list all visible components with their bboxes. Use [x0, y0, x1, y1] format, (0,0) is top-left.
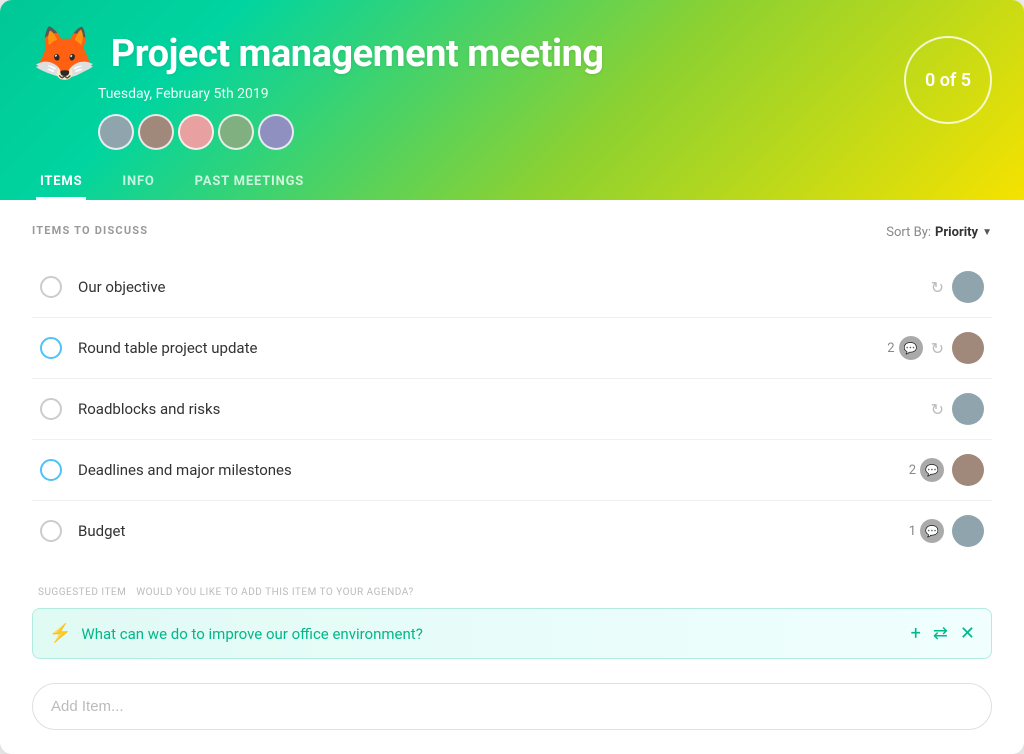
checkbox-3[interactable]: [40, 398, 62, 420]
item-avatar-4: [952, 454, 984, 486]
sort-by-value: Priority: [935, 225, 978, 240]
agenda-item-3[interactable]: Roadblocks and risks ↻: [32, 379, 992, 440]
item-avatar-5: [952, 515, 984, 547]
tab-items[interactable]: Items: [36, 166, 86, 200]
checkbox-2[interactable]: [40, 337, 62, 359]
shuffle-suggested-button[interactable]: ⇄: [933, 623, 948, 644]
sort-by-control[interactable]: Sort By: Priority ▼: [886, 225, 992, 240]
sort-row: Items to discuss Sort By: Priority ▼: [32, 224, 992, 241]
agenda-item-1[interactable]: Our objective ↻: [32, 257, 992, 318]
header-top: 🦊 Project management meeting Tuesday, Fe…: [32, 28, 992, 150]
refresh-icon-3[interactable]: ↻: [931, 400, 944, 419]
add-suggested-button[interactable]: +: [911, 623, 921, 644]
checkbox-5[interactable]: [40, 520, 62, 542]
item-text-2: Round table project update: [78, 339, 887, 357]
comment-icon-5[interactable]: 💬: [920, 519, 944, 543]
header-left: 🦊 Project management meeting Tuesday, Fe…: [32, 28, 604, 150]
checkbox-1[interactable]: [40, 276, 62, 298]
agenda-item-2[interactable]: Round table project update 2 💬 ↻: [32, 318, 992, 379]
items-section-label: Items to discuss: [32, 224, 148, 237]
avatar-4: [218, 114, 254, 150]
item-text-5: Budget: [78, 522, 909, 540]
comment-count-4: 2: [909, 463, 916, 478]
item-avatar-2: [952, 332, 984, 364]
avatar-2: [138, 114, 174, 150]
header: 🦊 Project management meeting Tuesday, Fe…: [0, 0, 1024, 200]
sort-by-label: Sort By:: [886, 225, 931, 240]
agenda-item-5[interactable]: Budget 1 💬: [32, 501, 992, 561]
add-item-input[interactable]: [32, 683, 992, 730]
suggested-label: Suggested Item Would you like to add thi…: [32, 585, 992, 598]
avatar-3: [178, 114, 214, 150]
item-text-4: Deadlines and major milestones: [78, 461, 909, 479]
item-text-3: Roadblocks and risks: [78, 400, 931, 418]
checkbox-4[interactable]: [40, 459, 62, 481]
comment-count-2: 2: [887, 341, 894, 356]
add-item-container: [32, 683, 992, 730]
progress-circle: 0 of 5: [904, 36, 992, 124]
item-actions-5: 1 💬: [909, 515, 984, 547]
fox-emoji: 🦊: [32, 28, 97, 80]
tab-info[interactable]: Info: [118, 166, 158, 200]
dismiss-suggested-button[interactable]: ✕: [960, 623, 975, 644]
avatars-row: [98, 114, 604, 150]
agenda-list: Our objective ↻ Round table project upda…: [32, 257, 992, 561]
item-actions-4: 2 💬: [909, 454, 984, 486]
tabs: Items Info Past Meetings: [32, 166, 992, 200]
meeting-date: Tuesday, February 5th 2019: [98, 86, 604, 102]
app-container: 🦊 Project management meeting Tuesday, Fe…: [0, 0, 1024, 754]
suggested-actions: + ⇄ ✕: [911, 623, 975, 644]
item-text-1: Our objective: [78, 278, 931, 296]
sort-chevron-icon: ▼: [982, 227, 992, 238]
suggested-text: What can we do to improve our office env…: [81, 625, 910, 643]
suggested-item: ⚡ What can we do to improve our office e…: [32, 608, 992, 659]
lightning-icon: ⚡: [49, 623, 71, 644]
comment-icon-2[interactable]: 💬: [899, 336, 923, 360]
meeting-title: Project management meeting: [111, 32, 604, 76]
tab-past-meetings[interactable]: Past Meetings: [191, 166, 308, 200]
header-title-row: 🦊 Project management meeting: [32, 28, 604, 80]
suggested-sublabel: Would you like to add this item to your …: [136, 587, 413, 598]
agenda-item-4[interactable]: Deadlines and major milestones 2 💬: [32, 440, 992, 501]
item-actions-3: ↻: [931, 393, 984, 425]
item-avatar-3: [952, 393, 984, 425]
comment-badge-5: 1 💬: [909, 519, 944, 543]
comment-badge-2: 2 💬: [887, 336, 922, 360]
comment-badge-4: 2 💬: [909, 458, 944, 482]
item-actions-2: 2 💬 ↻: [887, 332, 984, 364]
item-avatar-1: [952, 271, 984, 303]
comment-count-5: 1: [909, 524, 916, 539]
avatar-5: [258, 114, 294, 150]
refresh-icon-1[interactable]: ↻: [931, 278, 944, 297]
item-actions-1: ↻: [931, 271, 984, 303]
comment-icon-4[interactable]: 💬: [920, 458, 944, 482]
suggested-section: Suggested Item Would you like to add thi…: [32, 585, 992, 659]
refresh-icon-2[interactable]: ↻: [931, 339, 944, 358]
main-content: Items to discuss Sort By: Priority ▼ Our…: [0, 200, 1024, 754]
avatar-1: [98, 114, 134, 150]
